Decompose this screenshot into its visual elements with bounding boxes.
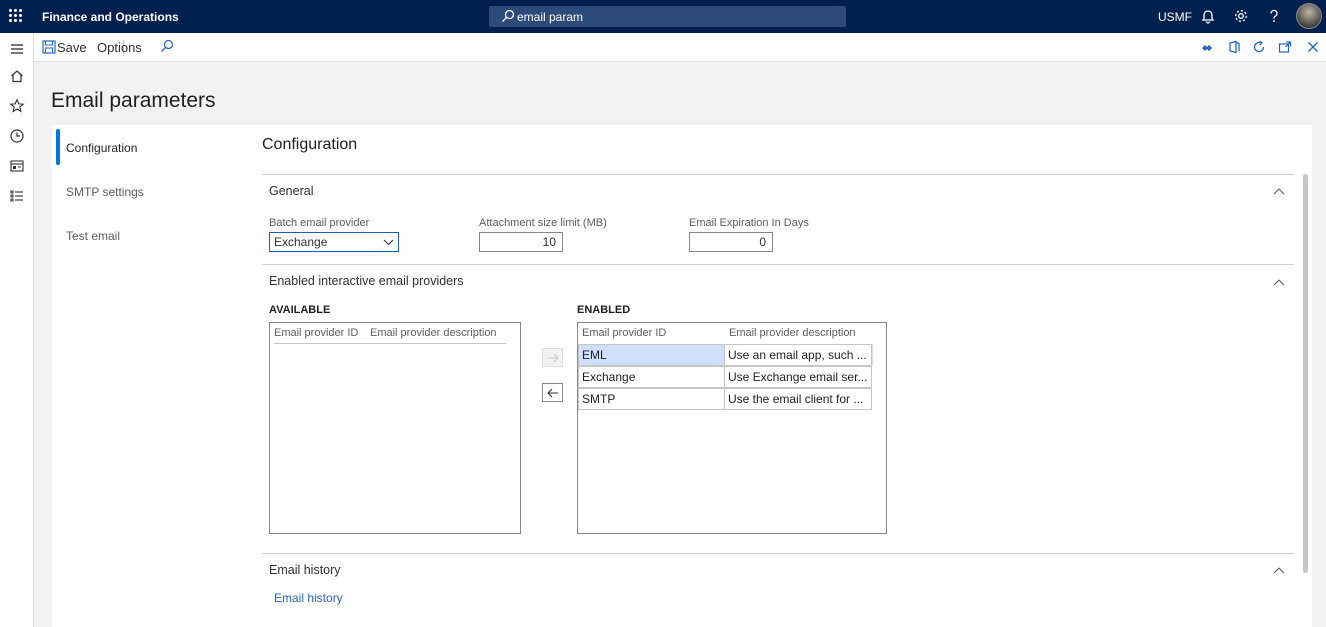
content-title: Configuration [262, 136, 358, 153]
provider-desc-cell: Use an email app, such ... [724, 344, 872, 366]
expiration-days-field[interactable]: 0 [689, 232, 773, 252]
left-nav [0, 33, 34, 627]
batch-provider-label: Batch email provider [269, 217, 370, 229]
attachment-size-field[interactable]: 10 [479, 232, 563, 252]
chevron-up-icon[interactable] [1273, 278, 1285, 286]
divider [262, 264, 1294, 265]
arrow-right-icon [548, 353, 559, 363]
header-divider [274, 343, 506, 344]
move-right-button[interactable] [542, 348, 563, 367]
section-interactive-header[interactable]: Enabled interactive email providers [269, 274, 464, 288]
modules-list-icon[interactable] [9, 188, 25, 204]
column-header[interactable]: Email provider ID [582, 327, 666, 339]
save-button[interactable]: Save [57, 40, 87, 55]
open-new-window-icon[interactable] [1278, 40, 1292, 54]
enabled-title: ENABLED [577, 304, 631, 316]
tab-smtp-settings[interactable]: SMTP settings [52, 169, 255, 213]
table-row[interactable]: Exchange Use Exchange email ser... [578, 366, 873, 388]
enabled-grid[interactable]: Email provider ID Email provider descrip… [577, 322, 887, 534]
section-history-header[interactable]: Email history [269, 563, 341, 577]
options-button[interactable]: Options [97, 40, 142, 55]
tab-label: Test email [66, 229, 121, 243]
app-launcher-icon[interactable] [9, 9, 23, 23]
clock-icon[interactable] [9, 128, 25, 144]
available-title: AVAILABLE [269, 304, 331, 316]
batch-provider-select[interactable]: Exchange [269, 232, 399, 252]
provider-desc-cell: Use Exchange email ser... [724, 366, 872, 388]
available-grid[interactable]: Email provider ID Email provider descrip… [269, 322, 521, 534]
refresh-icon[interactable] [1252, 40, 1266, 54]
provider-desc-cell: Use the email client for ... [724, 388, 872, 410]
search-input[interactable]: email param [489, 6, 846, 27]
search-value: email param [517, 10, 584, 24]
expiration-days-label: Email Expiration In Days [689, 217, 809, 229]
email-history-link[interactable]: Email history [274, 591, 343, 605]
tab-configuration[interactable]: Configuration [52, 125, 255, 169]
tab-label: Configuration [66, 141, 138, 155]
tab-test-email[interactable]: Test email [52, 213, 255, 257]
table-row[interactable]: SMTP Use the email client for ... [578, 388, 873, 410]
column-header[interactable]: Email provider ID [274, 327, 358, 339]
gear-icon[interactable] [1233, 8, 1249, 24]
move-left-button[interactable] [542, 383, 563, 402]
help-icon[interactable] [1266, 8, 1282, 24]
divider [262, 553, 1294, 554]
star-icon[interactable] [9, 98, 25, 114]
close-icon[interactable] [1306, 40, 1320, 54]
batch-provider-value: Exchange [274, 235, 328, 249]
divider [262, 174, 1294, 175]
search-icon [502, 9, 515, 22]
hamburger-icon[interactable] [9, 41, 25, 57]
table-row[interactable]: EML Use an email app, such ... [578, 344, 873, 366]
section-general-header[interactable]: General [269, 184, 313, 198]
column-header[interactable]: Email provider description [729, 327, 856, 339]
provider-id-cell: Exchange [578, 366, 725, 388]
bell-icon[interactable] [1200, 8, 1216, 24]
avatar[interactable] [1296, 3, 1322, 29]
content-pane: Configuration General Batch email provid… [255, 125, 1312, 627]
attachment-size-label: Attachment size limit (MB) [479, 217, 607, 229]
find-icon[interactable] [160, 39, 174, 53]
chevron-up-icon[interactable] [1273, 566, 1285, 574]
column-header[interactable]: Email provider description [370, 327, 497, 339]
company-selector[interactable]: USMF [1158, 10, 1192, 24]
provider-id-cell: SMTP [578, 388, 725, 410]
action-pane: Save Options [34, 33, 1326, 62]
power-apps-icon[interactable] [1200, 41, 1214, 55]
arrow-left-icon [547, 388, 558, 398]
chevron-down-icon [383, 239, 394, 246]
provider-id-cell: EML [578, 344, 725, 366]
page-title: Email parameters [51, 89, 216, 112]
office-icon[interactable] [1227, 40, 1241, 54]
home-icon[interactable] [9, 68, 25, 84]
workspace-icon[interactable] [9, 158, 25, 174]
top-bar: Finance and Operations email param USMF [0, 0, 1326, 33]
app-title[interactable]: Finance and Operations [42, 10, 179, 24]
scrollbar[interactable] [1303, 174, 1308, 573]
tab-label: SMTP settings [66, 185, 144, 199]
chevron-up-icon[interactable] [1273, 187, 1285, 195]
vertical-tab-list: Configuration SMTP settings Test email [52, 125, 255, 627]
save-icon[interactable] [42, 40, 56, 54]
